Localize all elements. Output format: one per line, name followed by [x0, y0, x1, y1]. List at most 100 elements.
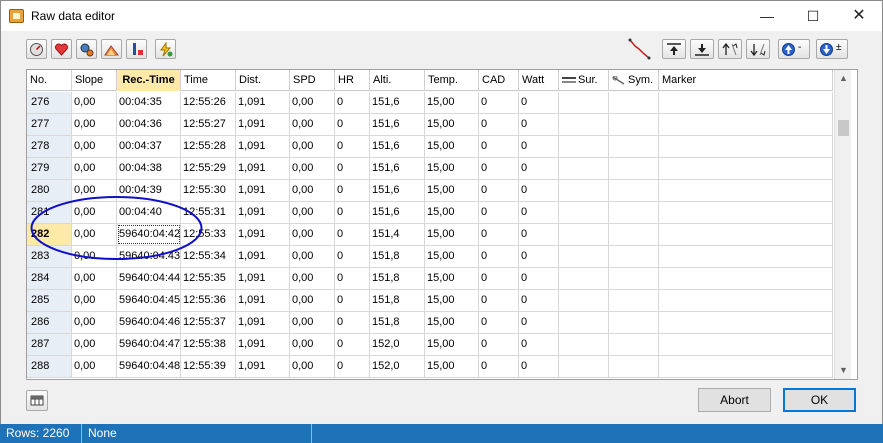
cell-alti[interactable]: 151,6 [370, 202, 425, 223]
cell-no[interactable]: 279 [27, 158, 72, 179]
sort-down-icon[interactable] [746, 39, 770, 59]
cell-alti[interactable]: 152,0 [370, 334, 425, 355]
cell-cad[interactable]: 0 [479, 224, 519, 245]
cell-cad[interactable]: 0 [479, 180, 519, 201]
col-slope[interactable]: Slope [72, 70, 117, 91]
cell-watt[interactable]: 0 [519, 246, 559, 267]
col-cad[interactable]: CAD [479, 70, 519, 91]
cell-spd[interactable]: 0,00 [290, 136, 335, 157]
cell-temp[interactable]: 15,00 [425, 92, 479, 113]
abort-button[interactable]: Abort [698, 388, 771, 412]
cell-rec[interactable]: 00:04:37 [117, 136, 181, 157]
cell-no[interactable]: 278 [27, 136, 72, 157]
table-row[interactable]: 288 0,00 59640:04:48 12:55:39 1,091 0,00 0 152,… [27, 356, 833, 378]
cell-dist[interactable]: 1,091 [236, 114, 290, 135]
cell-cad[interactable]: 0 [479, 356, 519, 377]
cell-sur[interactable] [559, 334, 609, 355]
cell-sur[interactable] [559, 356, 609, 377]
col-temp[interactable]: Temp. [425, 70, 479, 91]
cell-sym[interactable] [609, 114, 659, 135]
col-sym[interactable]: Sym. [609, 70, 659, 91]
cell-dist[interactable]: 1,091 [236, 224, 290, 245]
cell-sur[interactable] [559, 224, 609, 245]
cell-cad[interactable]: 0 [479, 92, 519, 113]
cell-sym[interactable] [609, 356, 659, 377]
cell-temp[interactable]: 15,00 [425, 334, 479, 355]
cell-dist[interactable]: 1,091 [236, 334, 290, 355]
speedometer-icon[interactable] [26, 39, 47, 59]
cell-marker[interactable] [659, 202, 833, 223]
cell-sur[interactable] [559, 114, 609, 135]
cell-slope[interactable]: 0,00 [72, 136, 117, 157]
cell-sur[interactable] [559, 158, 609, 179]
cell-sym[interactable] [609, 92, 659, 113]
cell-spd[interactable]: 0,00 [290, 246, 335, 267]
track-line-icon[interactable] [627, 37, 653, 61]
cell-hr[interactable]: 0 [335, 246, 370, 267]
cell-alti[interactable]: 151,4 [370, 224, 425, 245]
cell-dist[interactable]: 1,091 [236, 356, 290, 377]
cell-watt[interactable]: 0 [519, 158, 559, 179]
warning-temp-icon[interactable] [126, 39, 147, 59]
cell-time[interactable]: 12:55:39 [181, 356, 236, 377]
table-row[interactable]: 278 0,00 00:04:37 12:55:28 1,091 0,00 0 151,6 15… [27, 136, 833, 158]
cell-hr[interactable]: 0 [335, 334, 370, 355]
cell-dist[interactable]: 1,091 [236, 202, 290, 223]
col-hr[interactable]: HR [335, 70, 370, 91]
cell-spd[interactable]: 0,00 [290, 224, 335, 245]
cell-time[interactable]: 12:55:29 [181, 158, 236, 179]
cell-sym[interactable] [609, 136, 659, 157]
cell-marker[interactable] [659, 114, 833, 135]
sort-up-icon[interactable] [718, 39, 742, 59]
cell-time[interactable]: 12:55:36 [181, 290, 236, 311]
cell-sym[interactable] [609, 334, 659, 355]
cell-no[interactable]: 287 [27, 334, 72, 355]
cell-marker[interactable] [659, 268, 833, 289]
cell-temp[interactable]: 15,00 [425, 290, 479, 311]
cell-no[interactable]: 277 [27, 114, 72, 135]
cell-cad[interactable]: 0 [479, 114, 519, 135]
cell-marker[interactable] [659, 334, 833, 355]
row-top-icon[interactable] [662, 39, 686, 59]
cell-spd[interactable]: 0,00 [290, 268, 335, 289]
cell-alti[interactable]: 151,6 [370, 180, 425, 201]
cell-temp[interactable]: 15,00 [425, 224, 479, 245]
col-alti[interactable]: Alti. [370, 70, 425, 91]
cell-marker[interactable] [659, 290, 833, 311]
cell-time[interactable]: 12:55:37 [181, 312, 236, 333]
cell-dist[interactable]: 1,091 [236, 290, 290, 311]
cell-rec[interactable]: 59640:04:44 [117, 268, 181, 289]
cell-spd[interactable]: 0,00 [290, 202, 335, 223]
cell-watt[interactable]: 0 [519, 224, 559, 245]
cell-cad[interactable]: 0 [479, 136, 519, 157]
cell-spd[interactable]: 0,00 [290, 114, 335, 135]
cell-hr[interactable]: 0 [335, 114, 370, 135]
cell-sur[interactable] [559, 290, 609, 311]
cell-spd[interactable]: 0,00 [290, 158, 335, 179]
blue-down-icon[interactable]: ± [816, 39, 848, 59]
cell-slope[interactable]: 0,00 [72, 268, 117, 289]
cell-temp[interactable]: 15,00 [425, 356, 479, 377]
cell-hr[interactable]: 0 [335, 158, 370, 179]
cell-rec[interactable]: 59640:04:48 [117, 356, 181, 377]
cell-sur[interactable] [559, 180, 609, 201]
cell-dist[interactable]: 1,091 [236, 136, 290, 157]
cell-slope[interactable]: 0,00 [72, 356, 117, 377]
table-row[interactable]: 277 0,00 00:04:36 12:55:27 1,091 0,00 0 151,6 15… [27, 114, 833, 136]
cell-watt[interactable]: 0 [519, 356, 559, 377]
table-row[interactable]: 279 0,00 00:04:38 12:55:29 1,091 0,00 0 151,6 15… [27, 158, 833, 180]
cell-sur[interactable] [559, 92, 609, 113]
ok-button[interactable]: OK [783, 388, 856, 412]
cell-alti[interactable]: 151,6 [370, 114, 425, 135]
cell-hr[interactable]: 0 [335, 136, 370, 157]
table-row[interactable]: 286 0,00 59640:04:46 12:55:37 1,091 0,00 0 151,… [27, 312, 833, 334]
cell-rec[interactable]: 59640:04:46 [117, 312, 181, 333]
cell-slope[interactable]: 0,00 [72, 312, 117, 333]
cell-slope[interactable]: 0,00 [72, 158, 117, 179]
cell-alti[interactable]: 151,6 [370, 158, 425, 179]
cell-temp[interactable]: 15,00 [425, 268, 479, 289]
cell-dist[interactable]: 1,091 [236, 158, 290, 179]
lightning-icon[interactable] [155, 39, 176, 59]
close-button[interactable]: ✕ [836, 1, 882, 31]
scroll-up-button[interactable]: ▲ [835, 70, 852, 87]
